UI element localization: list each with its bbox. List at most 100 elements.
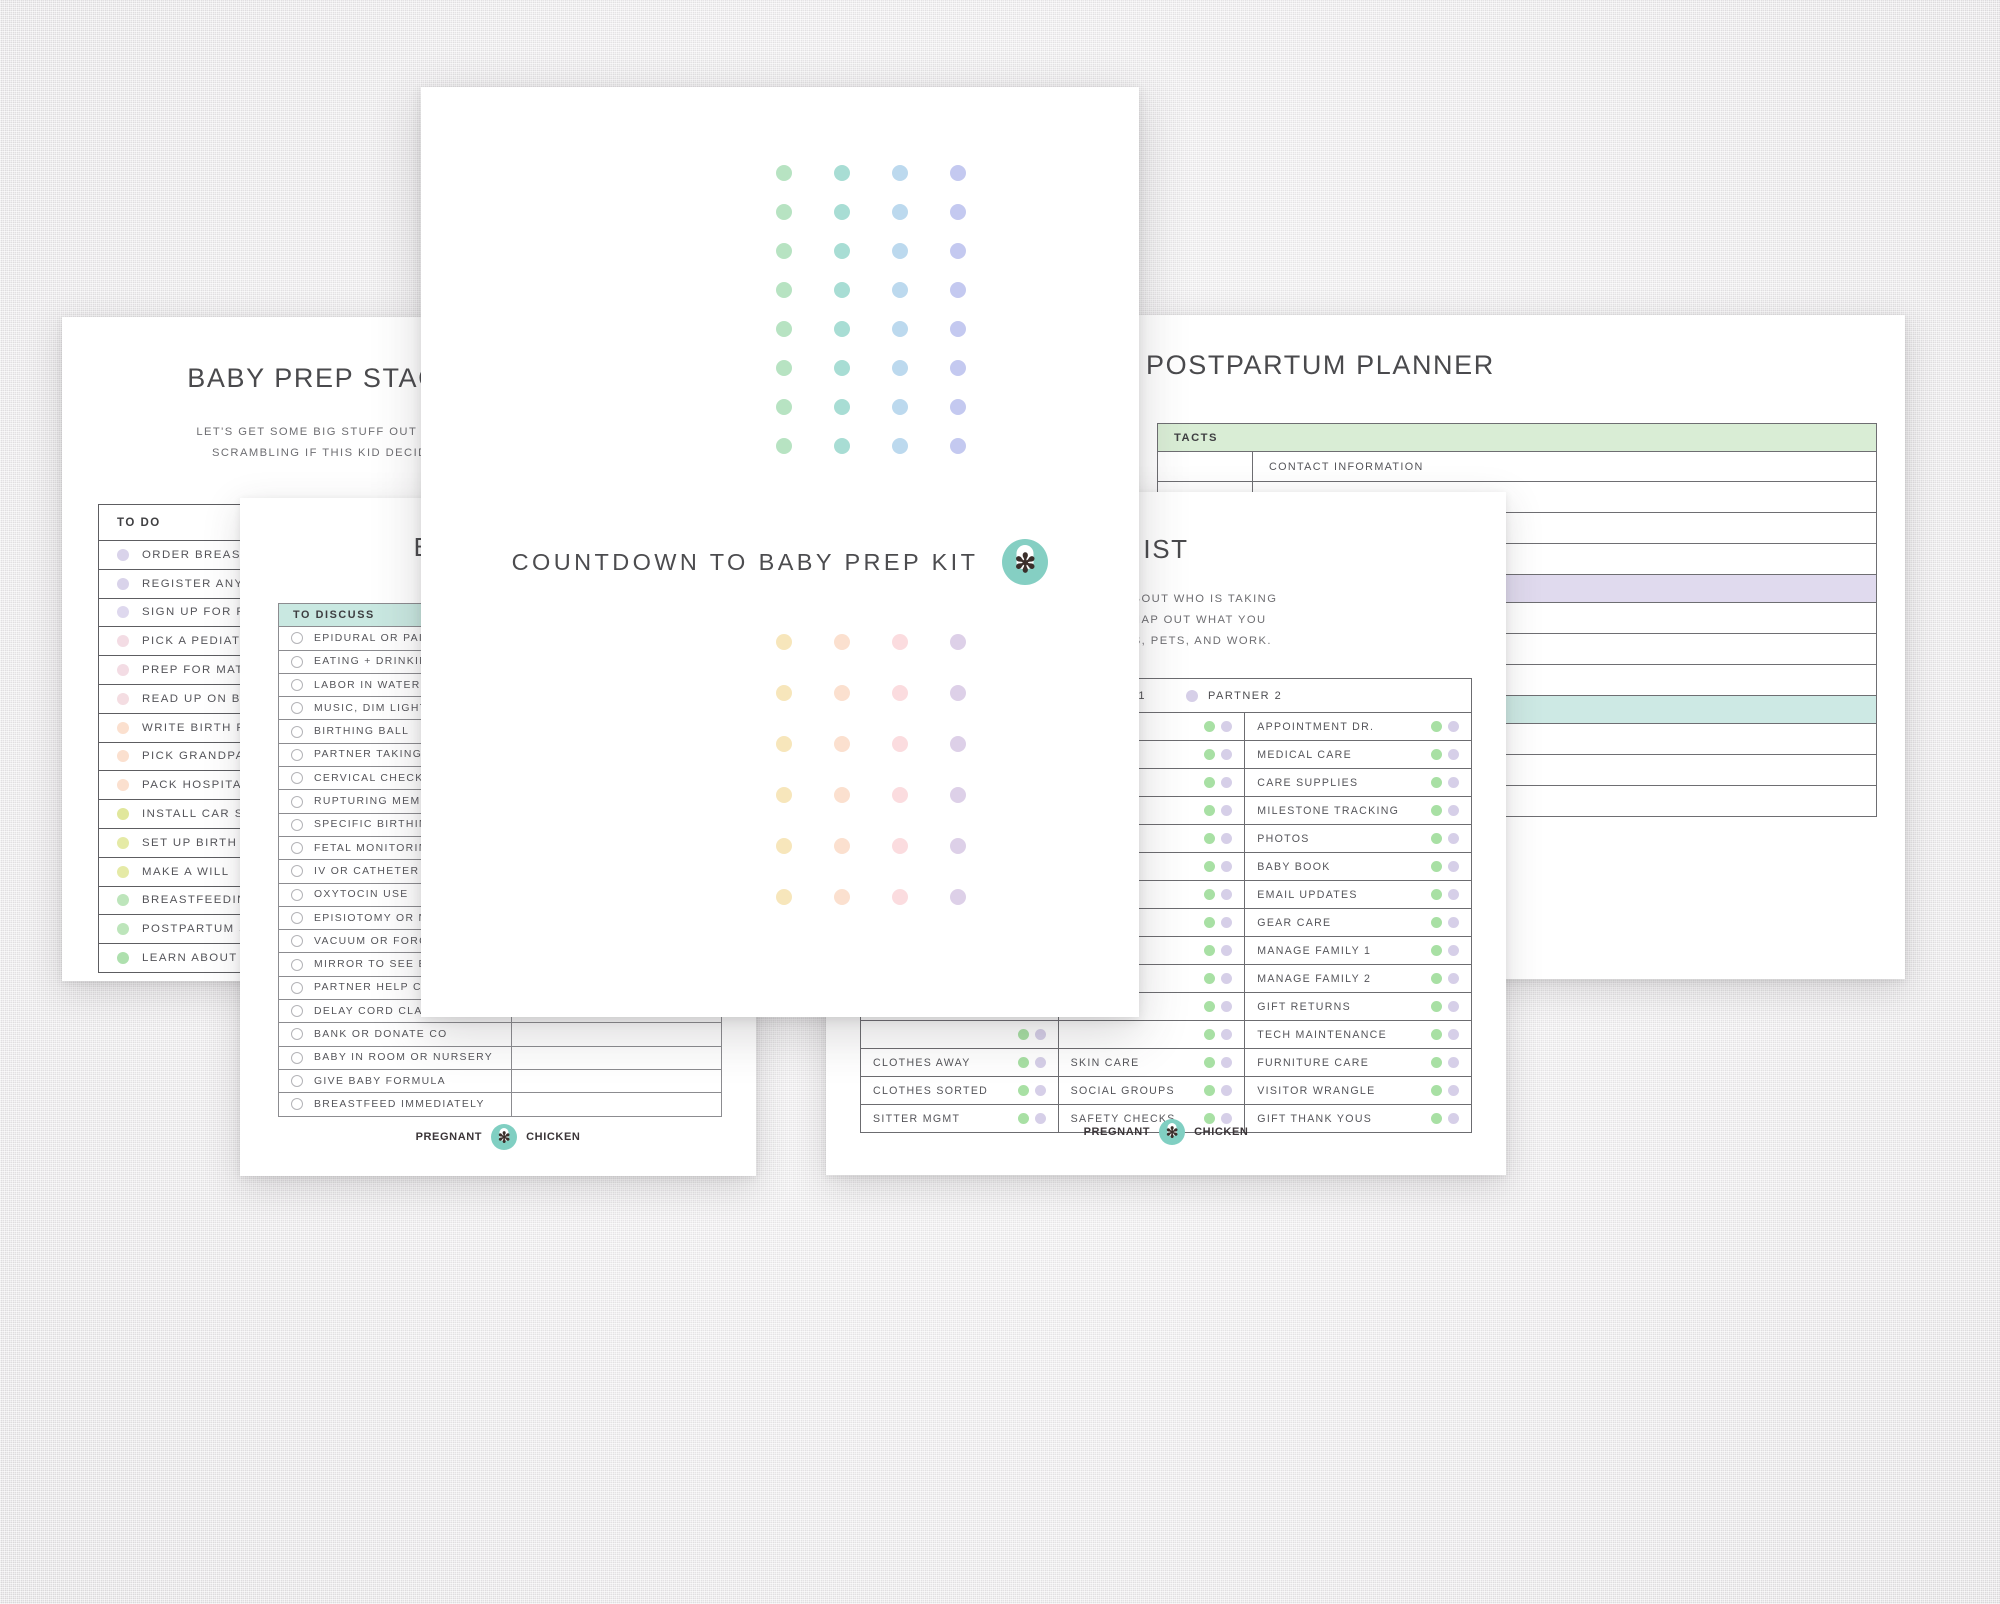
partner-task-cell[interactable]: FURNITURE CARE bbox=[1244, 1048, 1472, 1077]
partner-2-dot-icon[interactable] bbox=[1034, 1057, 1046, 1068]
partner-2-dot-icon[interactable] bbox=[1448, 777, 1459, 788]
partner-task-cell[interactable]: SOCIAL GROUPS bbox=[1057, 1076, 1246, 1105]
checkbox-circle-icon[interactable] bbox=[291, 865, 303, 878]
checkbox-circle-icon[interactable] bbox=[291, 1028, 303, 1041]
partner-2-dot-icon[interactable] bbox=[1221, 721, 1233, 732]
partner-1-dot-icon[interactable] bbox=[1204, 721, 1216, 732]
partner-task-cell[interactable]: GIFT RETURNS bbox=[1244, 992, 1472, 1021]
partner-1-dot-icon[interactable] bbox=[1204, 1029, 1216, 1040]
partner-1-dot-icon[interactable] bbox=[1204, 1057, 1216, 1068]
partner-2-dot-icon[interactable] bbox=[1448, 917, 1459, 928]
checkbox-circle-icon[interactable] bbox=[291, 725, 303, 738]
checkbox-circle-icon[interactable] bbox=[291, 655, 303, 668]
partner-1-dot-icon[interactable] bbox=[1204, 889, 1216, 900]
discuss-item[interactable]: BANK OR DONATE CO bbox=[291, 1028, 511, 1041]
discuss-notes-cell[interactable] bbox=[511, 1045, 722, 1070]
partner-1-dot-icon[interactable] bbox=[1204, 1085, 1216, 1096]
partner-1-dot-icon[interactable] bbox=[1204, 805, 1216, 816]
discuss-item-cell[interactable]: BREASTFEED IMMEDIATELY bbox=[278, 1092, 512, 1117]
partner-task-cell[interactable]: VISITOR WRANGLE bbox=[1244, 1076, 1472, 1105]
partner-1-dot-icon[interactable] bbox=[1017, 1057, 1029, 1068]
partner-2-dot-icon[interactable] bbox=[1448, 889, 1459, 900]
partner-1-dot-icon[interactable] bbox=[1431, 1029, 1442, 1040]
partner-1-dot-icon[interactable] bbox=[1431, 1057, 1442, 1068]
partner-task-cell[interactable]: PHOTOS bbox=[1244, 824, 1472, 853]
partner-2-dot-icon[interactable] bbox=[1448, 749, 1459, 760]
partner-task-cell[interactable]: TECH MAINTENANCE bbox=[1244, 1020, 1472, 1049]
discuss-item[interactable]: GIVE BABY FORMULA bbox=[291, 1075, 511, 1088]
checkbox-circle-icon[interactable] bbox=[291, 935, 303, 948]
checkbox-circle-icon[interactable] bbox=[291, 772, 303, 785]
partner-2-dot-icon[interactable] bbox=[1448, 721, 1459, 732]
partner-2-dot-icon[interactable] bbox=[1221, 889, 1233, 900]
partner-1-dot-icon[interactable] bbox=[1204, 917, 1216, 928]
partner-2-dot-icon[interactable] bbox=[1221, 1085, 1233, 1096]
partner-task-cell[interactable]: CLOTHES AWAY bbox=[860, 1048, 1059, 1077]
checkbox-circle-icon[interactable] bbox=[291, 888, 303, 901]
partner-1-dot-icon[interactable] bbox=[1204, 1001, 1216, 1012]
partner-task-cell[interactable] bbox=[1057, 1020, 1246, 1049]
partner-2-dot-icon[interactable] bbox=[1221, 749, 1233, 760]
partner-2-dot-icon[interactable] bbox=[1034, 1029, 1046, 1040]
partner-1-dot-icon[interactable] bbox=[1204, 973, 1216, 984]
partner-task-cell[interactable]: CLOTHES SORTED bbox=[860, 1076, 1059, 1105]
discuss-item-cell[interactable]: GIVE BABY FORMULA bbox=[278, 1068, 512, 1094]
partner-2-dot-icon[interactable] bbox=[1448, 973, 1459, 984]
partner-1-dot-icon[interactable] bbox=[1431, 889, 1442, 900]
partner-task-cell[interactable]: EMAIL UPDATES bbox=[1244, 880, 1472, 909]
checkbox-circle-icon[interactable] bbox=[291, 632, 303, 645]
partner-1-dot-icon[interactable] bbox=[1017, 1029, 1029, 1040]
partner-2-dot-icon[interactable] bbox=[1448, 861, 1459, 872]
partner-2-dot-icon[interactable] bbox=[1448, 805, 1459, 816]
partner-2-dot-icon[interactable] bbox=[1221, 833, 1233, 844]
checkbox-circle-icon[interactable] bbox=[291, 981, 303, 994]
checkbox-circle-icon[interactable] bbox=[291, 1005, 303, 1018]
partner-task-cell[interactable] bbox=[860, 1020, 1059, 1049]
checkbox-circle-icon[interactable] bbox=[291, 818, 303, 831]
partner-task-cell[interactable]: MANAGE FAMILY 1 bbox=[1244, 936, 1472, 965]
partner-1-dot-icon[interactable] bbox=[1431, 805, 1442, 816]
partner-2-dot-icon[interactable] bbox=[1034, 1085, 1046, 1096]
discuss-notes-cell[interactable] bbox=[511, 1092, 722, 1117]
partner-task-cell[interactable]: MILESTONE TRACKING bbox=[1244, 796, 1472, 825]
partner-task-cell[interactable]: MEDICAL CARE bbox=[1244, 740, 1472, 769]
checkbox-circle-icon[interactable] bbox=[291, 795, 303, 808]
partner-2-dot-icon[interactable] bbox=[1221, 1001, 1233, 1012]
checkbox-circle-icon[interactable] bbox=[291, 1098, 303, 1111]
partner-task-cell[interactable]: APPOINTMENT DR. bbox=[1244, 712, 1472, 741]
checkbox-circle-icon[interactable] bbox=[291, 842, 303, 855]
partner-task-cell[interactable]: CARE SUPPLIES bbox=[1244, 768, 1472, 797]
partner-1-dot-icon[interactable] bbox=[1431, 749, 1442, 760]
partner-1-dot-icon[interactable] bbox=[1431, 973, 1442, 984]
partner-1-dot-icon[interactable] bbox=[1431, 721, 1442, 732]
partner-2-dot-icon[interactable] bbox=[1221, 861, 1233, 872]
partner-task-cell[interactable]: SKIN CARE bbox=[1057, 1048, 1246, 1077]
partner-1-dot-icon[interactable] bbox=[1431, 917, 1442, 928]
partner-2-dot-icon[interactable] bbox=[1221, 1057, 1233, 1068]
checkbox-circle-icon[interactable] bbox=[291, 748, 303, 761]
checkbox-circle-icon[interactable] bbox=[291, 958, 303, 971]
partner-2-dot-icon[interactable] bbox=[1221, 777, 1233, 788]
discuss-item-cell[interactable]: BANK OR DONATE CO bbox=[278, 1022, 512, 1047]
checkbox-circle-icon[interactable] bbox=[291, 1051, 303, 1064]
partner-1-dot-icon[interactable] bbox=[1431, 945, 1442, 956]
partner-task-cell[interactable]: BABY BOOK bbox=[1244, 852, 1472, 881]
partner-1-dot-icon[interactable] bbox=[1204, 749, 1216, 760]
partner-2-dot-icon[interactable] bbox=[1221, 973, 1233, 984]
partner-2-dot-icon[interactable] bbox=[1448, 1029, 1459, 1040]
partner-task-cell[interactable]: MANAGE FAMILY 2 bbox=[1244, 964, 1472, 993]
checkbox-circle-icon[interactable] bbox=[291, 1075, 303, 1088]
partner-1-dot-icon[interactable] bbox=[1204, 833, 1216, 844]
partner-1-dot-icon[interactable] bbox=[1204, 777, 1216, 788]
discuss-notes-cell[interactable] bbox=[511, 1022, 722, 1047]
checkbox-circle-icon[interactable] bbox=[291, 679, 303, 692]
checkbox-circle-icon[interactable] bbox=[291, 912, 303, 924]
partner-2-dot-icon[interactable] bbox=[1448, 1085, 1459, 1096]
partner-1-dot-icon[interactable] bbox=[1431, 777, 1442, 788]
partner-2-dot-icon[interactable] bbox=[1221, 805, 1233, 816]
discuss-item-cell[interactable]: BABY IN ROOM OR NURSERY bbox=[278, 1045, 512, 1070]
partner-2-dot-icon[interactable] bbox=[1448, 945, 1459, 956]
partner-1-dot-icon[interactable] bbox=[1204, 945, 1216, 956]
partner-2-dot-icon[interactable] bbox=[1448, 1001, 1459, 1012]
partner-1-dot-icon[interactable] bbox=[1204, 861, 1216, 872]
